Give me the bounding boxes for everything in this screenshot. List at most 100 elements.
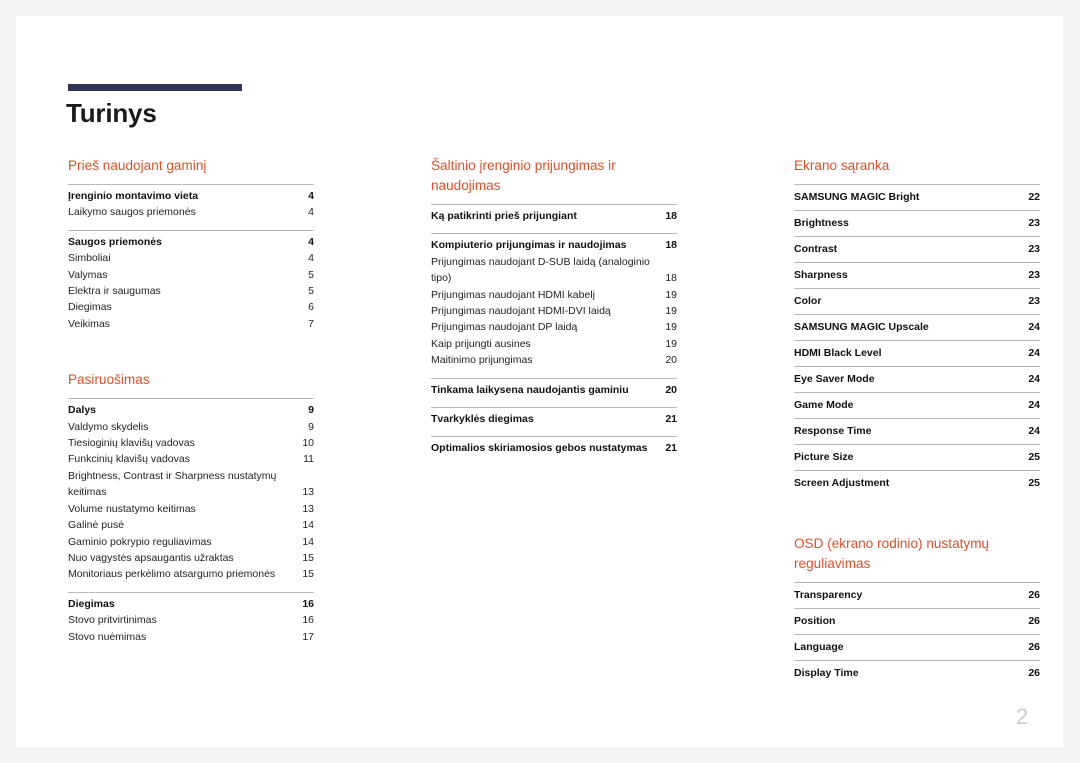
toc-entry-label: Optimalios skiriamosios gebos nustatymas xyxy=(431,442,648,455)
toc-entry-label: Maitinimo prijungimas xyxy=(431,354,533,367)
section-heading: Ekrano sąranka xyxy=(794,158,890,173)
toc-entry[interactable]: Response Time 24 xyxy=(794,418,1040,444)
toc-entry[interactable]: Dalys 9 xyxy=(68,402,314,418)
toc-entry[interactable]: Picture Size 25 xyxy=(794,444,1040,470)
toc-entry-label: SAMSUNG MAGIC Upscale xyxy=(794,321,929,333)
toc-entry[interactable]: Tiesioginių klavišų vadovas 10 xyxy=(68,435,314,451)
toc-group: Diegimas 16 Stovo pritvirtinimas 16 Stov… xyxy=(68,591,314,645)
toc-entry[interactable]: SAMSUNG MAGIC Upscale 24 xyxy=(794,314,1040,340)
toc-entry-page: 19 xyxy=(665,321,677,334)
toc-entry[interactable]: Valdymo skydelis 9 xyxy=(68,419,314,435)
toc-entry[interactable]: Tvarkyklės diegimas 21 xyxy=(431,411,677,427)
toc-entry-page: 14 xyxy=(302,519,314,532)
toc-entry[interactable]: Transparency 26 xyxy=(794,582,1040,608)
toc-entry-page: 26 xyxy=(1028,641,1040,653)
toc-entry[interactable]: Contrast 23 xyxy=(794,236,1040,262)
toc-entry-label: Monitoriaus perkėlimo atsargumo priemonė… xyxy=(68,568,276,581)
toc-entry-page: 4 xyxy=(308,190,314,202)
title-accent-bar xyxy=(68,84,242,91)
toc-entry[interactable]: Galinė pusė 14 xyxy=(68,517,314,533)
toc-entry-page: 5 xyxy=(308,268,314,281)
toc-entry-label: Nuo vagystės apsaugantis užraktas xyxy=(68,551,234,564)
toc-entry-page: 25 xyxy=(1028,451,1040,463)
toc-entry[interactable]: Screen Adjustment 25 xyxy=(794,470,1040,496)
toc-entry-page: 4 xyxy=(308,252,314,265)
toc-entry[interactable]: Tinkama laikysena naudojantis gaminiu 20 xyxy=(431,382,677,398)
toc-entry[interactable]: Maitinimo prijungimas 20 xyxy=(431,352,677,368)
toc-entry-page: 24 xyxy=(1028,425,1040,437)
toc-section-osd-settings: OSD (ekrano rodinio) nustatymų reguliavi… xyxy=(794,534,1040,686)
toc-entry-label: Prijungimas naudojant HDMI-DVI laidą xyxy=(431,305,611,318)
toc-entry-page: 21 xyxy=(665,413,677,426)
toc-entry-label: Color xyxy=(794,295,822,307)
toc-entry[interactable]: Įrenginio montavimo vieta 4 xyxy=(68,188,314,204)
toc-entry-label: Elektra ir saugumas xyxy=(68,285,161,298)
toc-entry-label: HDMI Black Level xyxy=(794,347,882,359)
toc-entry[interactable]: Sharpness 23 xyxy=(794,262,1040,288)
toc-entry-page: 15 xyxy=(302,551,314,564)
toc-entry-label: Transparency xyxy=(794,589,863,601)
toc-entry[interactable]: Monitoriaus perkėlimo atsargumo priemonė… xyxy=(68,566,314,582)
toc-entry[interactable]: Veikimas 7 xyxy=(68,316,314,332)
page-number: 2 xyxy=(1016,704,1029,729)
toc-entry[interactable]: Game Mode 24 xyxy=(794,392,1040,418)
toc-entry-label: Kaip prijungti ausines xyxy=(431,337,531,350)
toc-entry-label: Įrenginio montavimo vieta xyxy=(68,190,199,202)
toc-entry[interactable]: Simboliai 4 xyxy=(68,250,314,266)
toc-entry-label: Game Mode xyxy=(794,399,854,411)
toc-entry-label: Language xyxy=(794,641,844,653)
toc-entry-page: 6 xyxy=(308,301,314,314)
toc-entry[interactable]: HDMI Black Level 24 xyxy=(794,340,1040,366)
toc-entry[interactable]: Optimalios skiriamosios gebos nustatymas… xyxy=(431,440,677,456)
toc-entry[interactable]: Color 23 xyxy=(794,288,1040,314)
toc-group: Kompiuterio prijungimas ir naudojimas 18… xyxy=(431,233,677,368)
toc-entry-label: Saugos priemonės xyxy=(68,235,162,248)
toc-entry[interactable]: Ką patikrinti prieš prijungiant 18 xyxy=(431,208,677,224)
toc-entry[interactable]: Gaminio pokrypio reguliavimas 14 xyxy=(68,534,314,550)
toc-entry-label: Funkcinių klavišų vadovas xyxy=(68,453,190,466)
toc-entry[interactable]: Kompiuterio prijungimas ir naudojimas 18 xyxy=(431,237,677,253)
toc-entry-page: 20 xyxy=(665,383,677,396)
toc-entry-label: Diegimas xyxy=(68,301,112,314)
section-heading: Prieš naudojant gaminį xyxy=(68,158,207,173)
toc-entry[interactable]: Eye Saver Mode 24 xyxy=(794,366,1040,392)
toc-entry-label: Volume nustatymo keitimas xyxy=(68,502,196,515)
toc-entry[interactable]: Saugos priemonės 4 xyxy=(68,234,314,250)
toc-entry[interactable]: Brightness, Contrast ir Sharpness nustat… xyxy=(68,468,314,501)
toc-entry[interactable]: Nuo vagystės apsaugantis užraktas 15 xyxy=(68,550,314,566)
toc-entry[interactable]: Diegimas 16 xyxy=(68,596,314,612)
toc-entry[interactable]: Laikymo saugos priemonės 4 xyxy=(68,204,314,220)
toc-entry-label: Prijungimas naudojant D-SUB laidą (analo… xyxy=(431,255,650,285)
toc-entry[interactable]: Volume nustatymo keitimas 13 xyxy=(68,501,314,517)
toc-entry-page: 25 xyxy=(1028,477,1040,489)
toc-entry-label: Contrast xyxy=(794,243,838,255)
toc-entry-label: Galinė pusė xyxy=(68,519,125,532)
toc-entry[interactable]: Language 26 xyxy=(794,634,1040,660)
toc-group: Ką patikrinti prieš prijungiant 18 xyxy=(431,204,677,224)
toc-entry[interactable]: Funkcinių klavišų vadovas 11 xyxy=(68,451,314,467)
toc-entry[interactable]: Diegimas 6 xyxy=(68,299,314,315)
toc-entry-page: 16 xyxy=(302,614,314,627)
toc-entry[interactable]: Prijungimas naudojant HDMI kabelį 19 xyxy=(431,287,677,303)
toc-entry[interactable]: Stovo nuėmimas 17 xyxy=(68,629,314,645)
toc-entry[interactable]: Prijungimas naudojant DP laidą 19 xyxy=(431,319,677,335)
toc-section-before-using: Prieš naudojant gaminį Įrenginio montavi… xyxy=(68,156,314,332)
toc-entry[interactable]: Display Time 26 xyxy=(794,660,1040,686)
toc-entry-label: Dalys xyxy=(68,404,97,417)
toc-entry-page: 4 xyxy=(308,206,314,219)
toc-entry[interactable]: Brightness 23 xyxy=(794,210,1040,236)
section-heading: Pasiruošimas xyxy=(68,372,150,388)
toc-entry[interactable]: Prijungimas naudojant D-SUB laidą (analo… xyxy=(431,254,677,287)
toc-entry[interactable]: Stovo pritvirtinimas 16 xyxy=(68,612,314,628)
toc-entry[interactable]: Prijungimas naudojant HDMI-DVI laidą 19 xyxy=(431,303,677,319)
toc-entry[interactable]: Position 26 xyxy=(794,608,1040,634)
toc-entry[interactable]: Valymas 5 xyxy=(68,267,314,283)
toc-entry-label: Screen Adjustment xyxy=(794,477,890,489)
toc-section-source-device: Šaltinio įrenginio prijungimas ir naudoj… xyxy=(431,156,677,457)
toc-entry[interactable]: Elektra ir saugumas 5 xyxy=(68,283,314,299)
toc-entry-label: Stovo nuėmimas xyxy=(68,630,147,643)
toc-entry[interactable]: SAMSUNG MAGIC Bright 22 xyxy=(794,184,1040,210)
toc-entry[interactable]: Kaip prijungti ausines 19 xyxy=(431,336,677,352)
section-heading: OSD (ekrano rodinio) nustatymų reguliavi… xyxy=(794,536,990,571)
toc-entry-label: Diegimas xyxy=(68,597,115,610)
